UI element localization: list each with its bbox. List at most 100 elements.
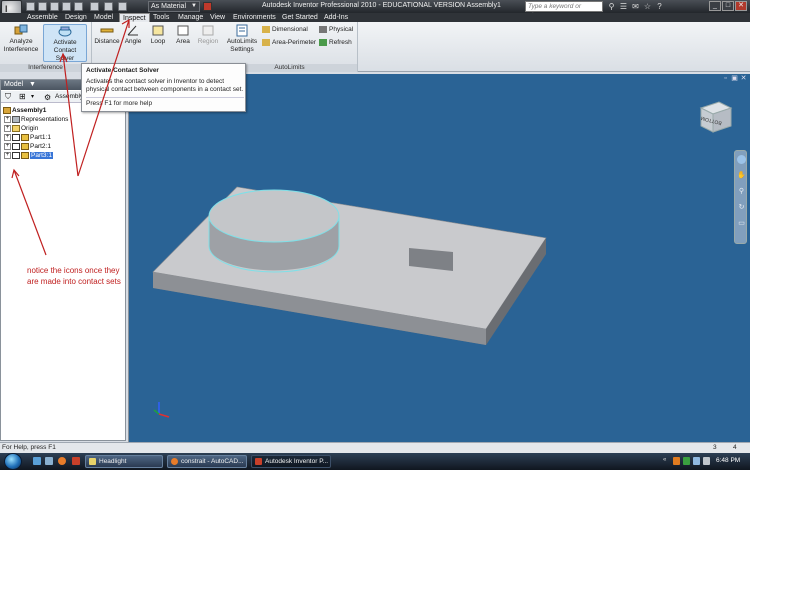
tree-item-part2[interactable]: + Part2:1 [4,142,51,151]
speaker-icon[interactable] [703,457,710,465]
task-inventor[interactable]: Autodesk Inventor P... [251,455,331,468]
autolimits-settings-button[interactable]: AutoLimits Settings [225,24,259,54]
tab-tools[interactable]: Tools [150,13,172,22]
assembly-view-icon: ⚙ [44,93,52,102]
zoom-icon[interactable]: ⚲ [737,187,746,196]
angle-button[interactable]: Angle [122,24,144,46]
color-swatch[interactable] [203,2,212,11]
physical-icon [319,26,327,33]
task-label: constrait - AutoCAD... [181,458,244,465]
subscription-icon[interactable]: ☰ [619,2,628,11]
tab-design[interactable]: Design [62,13,90,22]
switch-windows-icon[interactable] [45,457,53,465]
expand-icon[interactable]: + [4,151,11,159]
tree-item-part3[interactable]: + Part3:1 [4,151,53,160]
expand-icon[interactable]: + [4,142,11,150]
tab-view[interactable]: View [207,13,228,22]
minimize-button[interactable]: _ [709,1,721,11]
distance-button[interactable]: Distance [94,24,120,46]
chevron-down-icon[interactable]: ▾ [31,93,34,100]
binoculars-icon[interactable]: ⚲ [607,2,616,11]
tooltip-title: Activate Contact Solver [86,67,159,74]
pan-icon[interactable]: ✋ [737,171,746,180]
refresh-button[interactable]: Refresh [319,39,352,47]
open-file-icon[interactable] [38,2,47,11]
properties-icon[interactable] [118,2,127,11]
status-count-b: 4 [733,444,737,451]
axis-x [158,413,170,418]
dimensional-icon [262,26,270,33]
task-label: Headlight [99,458,127,465]
inventor-icon [255,458,262,465]
firefox-icon[interactable] [58,457,66,465]
loop-button[interactable]: Loop [147,24,169,46]
task-headlight[interactable]: Headlight [85,455,163,468]
expand-icon[interactable]: + [4,133,11,141]
physical-button[interactable]: Physical [319,26,353,34]
physical-label: Physical [329,26,354,34]
graphics-viewport[interactable]: ▫ ▣ ✕ BOTTOM ✋ ⚲ ↻ ▭ [128,74,750,442]
tree-item-origin[interactable]: + Origin [4,124,38,133]
part2-label: Part2:1 [30,143,51,150]
interference-icon [14,24,28,35]
part1-label: Part1:1 [30,134,51,141]
tree-root[interactable]: Assembly1 [3,106,46,115]
tray-app-icon[interactable] [673,457,680,465]
filter-icon[interactable]: ⛉ [5,92,11,102]
help-icon[interactable]: ? [655,2,664,11]
expand-icon[interactable]: + [4,124,11,132]
annotation-note: notice the icons once they are made into… [27,266,121,286]
update-icon[interactable] [104,2,113,11]
tab-manage[interactable]: Manage [175,13,206,22]
representations-icon [12,115,20,123]
hierarchy-icon[interactable]: ⊞ [19,92,26,101]
tooltip: Activate Contact Solver Activates the co… [81,63,246,112]
new-file-icon[interactable] [26,2,35,11]
inventor-launch-icon[interactable] [72,457,80,465]
cylinder-top [208,189,340,243]
analyze-interference-button[interactable]: Analyze Interference [2,24,40,54]
tree-item-representations[interactable]: + Representations [4,115,68,124]
undo-icon[interactable] [62,2,71,11]
tab-get-started[interactable]: Get Started [279,13,321,22]
search-input[interactable]: Type a keyword or phrase [525,1,603,19]
origin-label: Origin [21,125,39,132]
orbit-icon[interactable]: ↻ [737,203,746,212]
show-desktop-icon[interactable] [33,457,41,465]
material-select[interactable]: As Material ▼ [148,1,200,12]
close-button[interactable]: ✕ [735,1,747,11]
tree-item-part1[interactable]: + Part1:1 [4,133,51,142]
tab-assemble[interactable]: Assemble [24,13,61,22]
steering-wheel-icon[interactable] [737,155,746,164]
region-button[interactable]: Region [196,24,220,46]
tray-network-icon[interactable] [683,457,690,465]
dimensional-button[interactable]: Dimensional [262,26,308,34]
folder-icon [12,124,20,132]
task-autocad[interactable]: constrait - AutoCAD... [167,455,247,468]
start-button[interactable] [4,453,22,470]
viewcube[interactable]: BOTTOM [697,98,733,134]
look-at-icon[interactable]: ▭ [737,219,746,228]
favorites-icon[interactable]: ☆ [643,2,652,11]
select-icon[interactable] [90,2,99,11]
status-bar: For Help, press F1 3 4 [0,442,750,453]
representations-label: Representations [21,116,69,123]
tree-root-label: Assembly1 [12,107,47,114]
expand-icon[interactable]: + [4,115,11,123]
redo-icon[interactable] [74,2,83,11]
area-perimeter-button[interactable]: Area-Perimeter [262,39,316,47]
communication-icon[interactable]: ✉ [631,2,640,11]
clock[interactable]: 6:48 PM [716,456,740,466]
chevron-down-icon[interactable]: ▼ [29,80,36,90]
tab-environments[interactable]: Environments [230,13,279,22]
save-icon[interactable] [50,2,59,11]
tab-add-ins[interactable]: Add-Ins [321,13,351,22]
maximize-button[interactable]: □ [722,1,734,11]
analyze-interference-label: Analyze Interference [3,38,39,53]
tray-monitor-icon[interactable] [693,457,700,465]
chevron-left-icon[interactable]: « [663,457,670,465]
area-button[interactable]: Area [172,24,194,46]
activate-contact-solver-button[interactable]: Activate Contact Solver [43,24,87,62]
distance-icon [100,28,114,33]
tab-model[interactable]: Model [91,13,116,22]
